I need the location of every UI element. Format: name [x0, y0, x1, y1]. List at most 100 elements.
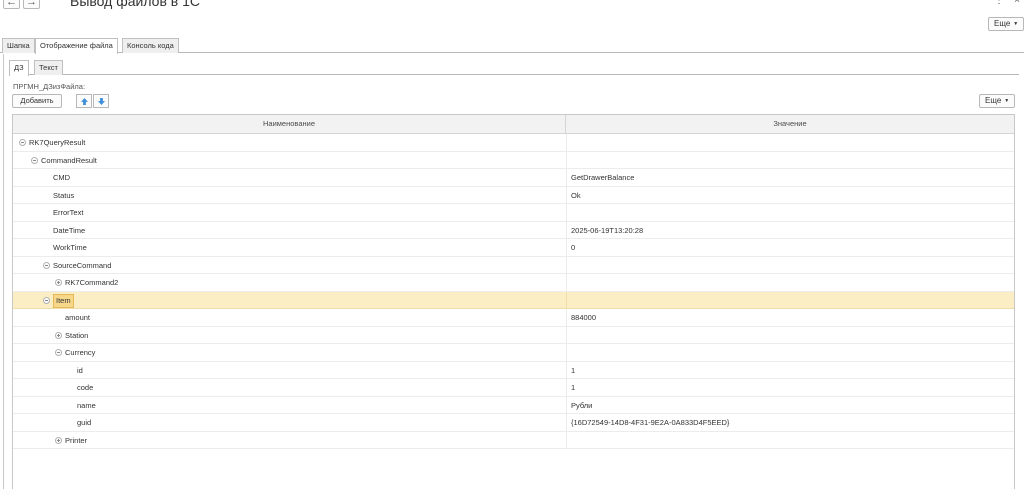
row-value: 1: [571, 365, 576, 375]
table-row[interactable]: Item: [13, 291, 1014, 309]
column-divider: [566, 309, 567, 326]
more-button-label: Еще: [985, 96, 1002, 106]
table-row[interactable]: code 1: [13, 379, 1014, 397]
column-divider: [566, 326, 567, 343]
row-name: code: [77, 383, 94, 392]
back-button[interactable]: ←: [3, 0, 20, 9]
table-row[interactable]: Status Ok: [13, 186, 1014, 204]
collapse-icon[interactable]: [43, 296, 50, 304]
more-menu-icon[interactable]: ⋮: [994, 0, 1004, 6]
column-divider: [566, 431, 567, 448]
row-value: 884000: [571, 313, 597, 322]
row-value: 0: [571, 243, 576, 252]
collapse-icon[interactable]: [31, 156, 38, 164]
collapse-icon[interactable]: [43, 261, 50, 269]
main-tabs: Шапка Отображение файла Консоль кода: [0, 38, 1024, 54]
table-row[interactable]: CMD GetDrawerBalance: [13, 169, 1014, 187]
table-row[interactable]: Printer: [13, 431, 1014, 449]
column-divider: [566, 186, 567, 203]
row-value: 1: [571, 383, 576, 392]
tab-text[interactable]: Текст: [34, 60, 63, 75]
table-row[interactable]: id 1: [13, 361, 1014, 379]
table-row[interactable]: guid {16D72549-14D8-4F31-9E2A-0A833D4F5EE…: [13, 414, 1014, 432]
row-name: Status: [53, 190, 75, 200]
expand-icon[interactable]: [55, 436, 62, 444]
tree-table: Наименование Значение RK7QueryResult Comm…: [12, 114, 1015, 489]
forward-button[interactable]: →: [23, 0, 40, 9]
column-divider: [566, 396, 567, 413]
column-divider: [566, 414, 567, 431]
collapse-icon[interactable]: [55, 349, 62, 356]
field-label: ПРГМН_ДЗизФайла:: [13, 82, 86, 91]
table-row[interactable]: ErrorText: [13, 204, 1014, 222]
form-more-button[interactable]: Еще ▼: [988, 17, 1024, 31]
column-divider: [566, 134, 567, 151]
column-divider: [566, 361, 567, 378]
expand-icon[interactable]: [55, 279, 62, 286]
column-divider: [566, 169, 567, 186]
more-button-label: Еще: [994, 19, 1011, 29]
table-more-button[interactable]: Еще ▼: [979, 94, 1016, 108]
table-row[interactable]: CommandResult: [13, 151, 1014, 169]
row-name: id: [77, 365, 83, 375]
column-divider: [566, 151, 567, 168]
row-name: CMD: [53, 173, 71, 182]
row-name: Station: [65, 330, 89, 340]
row-name: WorkTime: [53, 243, 87, 252]
page-title: Вывод файлов в 1С: [70, 0, 201, 9]
column-divider: [566, 256, 567, 273]
arrow-right-icon: →: [26, 0, 37, 8]
row-name: Item: [53, 293, 74, 308]
table-row[interactable]: amount 884000: [13, 309, 1014, 327]
row-name: SourceCommand: [53, 260, 112, 270]
table-row[interactable]: RK7QueryResult: [13, 134, 1014, 152]
row-name: ErrorText: [53, 208, 84, 217]
title-bar: ← → Вывод файлов в 1С ⋮ ×: [0, 0, 1024, 14]
table-row[interactable]: WorkTime 0: [13, 239, 1014, 257]
row-value: Рубли: [571, 400, 593, 410]
row-value: Ok: [571, 190, 581, 200]
move-up-button[interactable]: [76, 94, 92, 108]
chevron-down-icon: ▼: [1013, 21, 1019, 27]
arrow-down-icon: [98, 98, 105, 105]
tab-code-console[interactable]: Консоль кода: [122, 38, 179, 53]
table-row[interactable]: name Рубли: [13, 396, 1014, 414]
column-divider: [566, 239, 567, 256]
tab-file-view[interactable]: Отображение файла: [35, 38, 118, 54]
row-name: RK7QueryResult: [29, 138, 86, 147]
table-row[interactable]: DateTime 2025-06-19T13:20:28: [13, 221, 1014, 239]
row-name: RK7Command2: [65, 278, 119, 287]
column-divider: [566, 291, 567, 308]
table-header: Наименование Значение: [13, 115, 1014, 134]
row-name: DateTime: [53, 225, 86, 235]
row-name: Currency: [65, 348, 96, 357]
row-name: amount: [65, 313, 91, 322]
tab-header[interactable]: Шапка: [2, 38, 35, 53]
column-header-value[interactable]: Значение: [566, 115, 1014, 134]
inner-tabs: ДЗ Текст: [9, 60, 1019, 76]
column-divider: [566, 221, 567, 238]
table-row[interactable]: RK7Command2: [13, 274, 1014, 292]
chevron-down-icon: ▼: [1004, 98, 1010, 104]
table-row[interactable]: Station: [13, 326, 1014, 344]
collapse-icon[interactable]: [19, 139, 26, 146]
move-down-button[interactable]: [93, 94, 109, 108]
row-value: GetDrawerBalance: [571, 173, 635, 182]
column-divider: [566, 204, 567, 221]
row-value: 2025-06-19T13:20:28: [571, 225, 644, 235]
arrow-up-icon: [81, 98, 88, 105]
row-name: Printer: [65, 435, 88, 445]
arrow-left-icon: ←: [6, 0, 17, 8]
column-header-name[interactable]: Наименование: [13, 115, 566, 134]
column-divider: [566, 379, 567, 396]
table-row[interactable]: SourceCommand: [13, 256, 1014, 274]
tab-dz[interactable]: ДЗ: [9, 60, 29, 76]
table-row[interactable]: Currency: [13, 344, 1014, 362]
row-name: guid: [77, 418, 92, 427]
row-value: {16D72549-14D8-4F31-9E2A-0A833D4F5EED}: [571, 418, 730, 427]
add-button[interactable]: Добавить: [12, 94, 62, 108]
close-icon[interactable]: ×: [1014, 0, 1020, 6]
expand-icon[interactable]: [55, 331, 62, 339]
row-name: name: [77, 400, 96, 410]
column-divider: [566, 274, 567, 291]
